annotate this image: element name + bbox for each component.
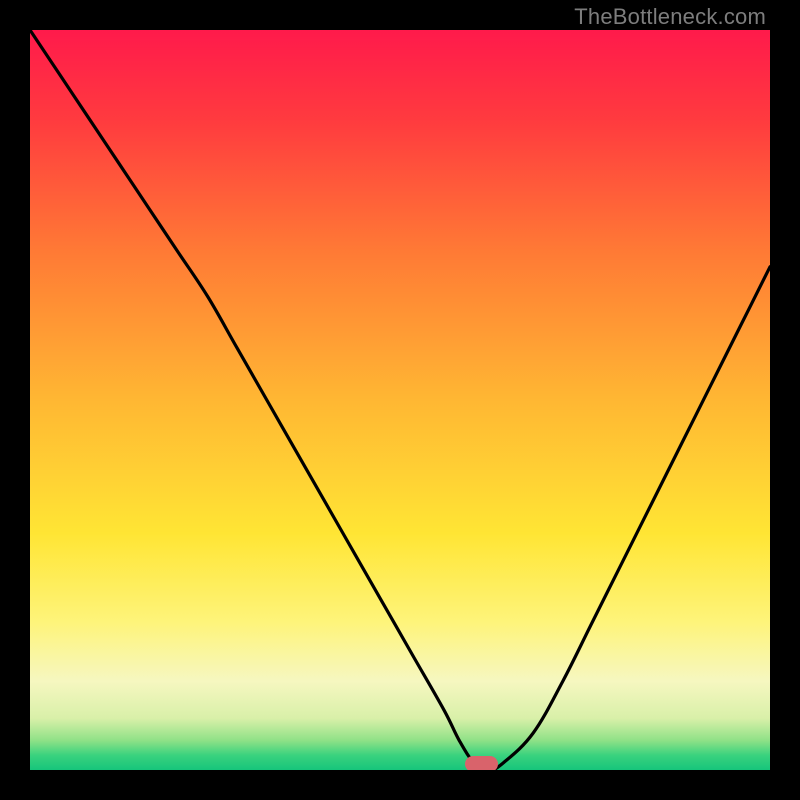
watermark-text: TheBottleneck.com	[574, 4, 766, 30]
chart-frame: TheBottleneck.com	[0, 0, 800, 800]
optimum-marker	[465, 756, 498, 770]
plot-area	[30, 30, 770, 770]
bottleneck-curve	[30, 30, 770, 770]
